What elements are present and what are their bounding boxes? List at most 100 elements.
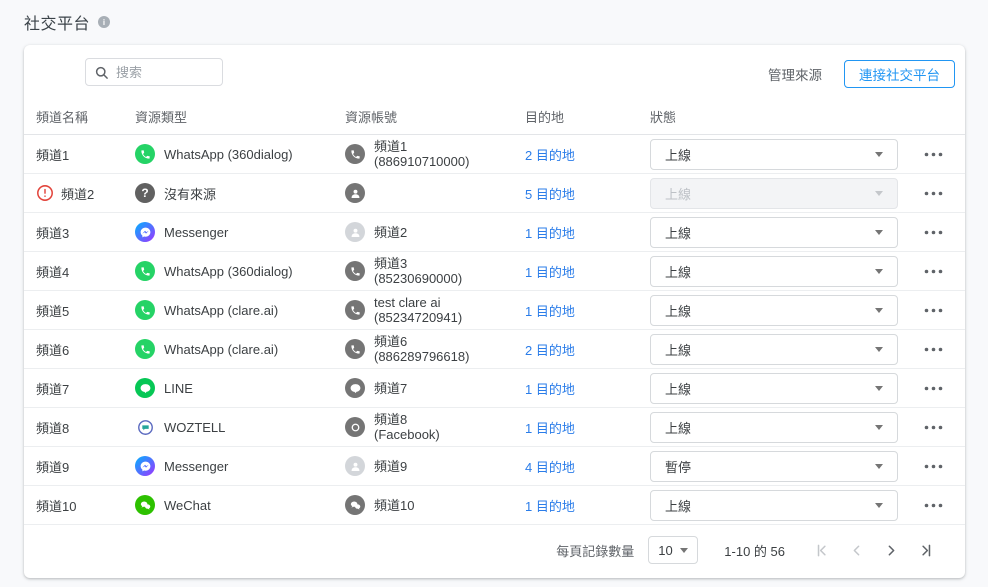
channels-card: 管理來源 連接社交平台 頻道名稱 資源類型 資源帳號 目的地 狀態 頻道1 Wh…	[24, 45, 965, 578]
table-row-10: 頻道10 WeChat 頻道10 1 目的地 上線	[24, 486, 965, 525]
chevron-down-icon	[875, 308, 883, 313]
channel-name: 頻道7	[36, 379, 69, 398]
resource-account-name: 頻道1	[374, 139, 469, 154]
resource-type-label: WeChat	[164, 498, 211, 513]
destination-link[interactable]: 1 目的地	[525, 418, 575, 437]
chevron-down-icon	[875, 464, 883, 469]
last-page-button[interactable]	[916, 540, 937, 561]
resource-account-sub: (Facebook)	[374, 427, 440, 442]
status-value: 上線	[665, 379, 691, 398]
status-value: 上線	[665, 145, 691, 164]
status-select[interactable]: 上線	[650, 373, 898, 404]
woztell-icon	[135, 417, 155, 437]
channel-name: 頻道1	[36, 145, 69, 164]
resource-account-name: 頻道3	[374, 256, 462, 271]
table-row-6: 頻道6 WhatsApp (clare.ai) 頻道6 (88628979661…	[24, 330, 965, 369]
resource-type-label: Messenger	[164, 459, 228, 474]
resource-type-label: WhatsApp (clare.ai)	[164, 342, 278, 357]
resource-account: 頻道3 (85230690000)	[374, 256, 462, 286]
destination-link[interactable]: 4 目的地	[525, 457, 575, 476]
more-actions-button[interactable]	[920, 226, 947, 239]
page-range-text: 1-10 的 56	[724, 541, 785, 560]
whatsapp-icon	[135, 339, 155, 359]
destination-link[interactable]: 1 目的地	[525, 301, 575, 320]
messenger-icon	[135, 456, 155, 476]
resource-account: 頻道7	[374, 381, 407, 396]
chevron-down-icon	[875, 425, 883, 430]
channel-name: 頻道10	[36, 496, 76, 515]
resource-account: 頻道6 (886289796618)	[374, 334, 469, 364]
page-title: 社交平台	[24, 10, 90, 34]
resource-account-sub: (85230690000)	[374, 271, 462, 286]
per-page-select[interactable]: 10	[648, 536, 698, 564]
resource-account: 頻道9	[374, 459, 407, 474]
status-select[interactable]: 上線	[650, 256, 898, 287]
whatsapp-icon	[135, 261, 155, 281]
whatsapp-gray-icon	[345, 261, 365, 281]
resource-account-name: 頻道6	[374, 334, 469, 349]
resource-account-name: 頻道8	[374, 412, 440, 427]
table-row-5: 頻道5 WhatsApp (clare.ai) test clare ai (8…	[24, 291, 965, 330]
destination-link[interactable]: 5 目的地	[525, 184, 575, 203]
table-row-4: 頻道4 WhatsApp (360dialog) 頻道3 (8523069000…	[24, 252, 965, 291]
resource-type-label: WhatsApp (360dialog)	[164, 264, 293, 279]
resource-account-sub: (85234720941)	[374, 310, 462, 325]
status-select[interactable]: 上線	[650, 295, 898, 326]
status-select[interactable]: 上線	[650, 217, 898, 248]
search-box[interactable]	[85, 58, 223, 86]
destination-link[interactable]: 2 目的地	[525, 145, 575, 164]
chevron-down-icon	[875, 191, 883, 196]
pagination-bar: 每頁記錄數量 10 1-10 的 56	[24, 525, 965, 575]
manage-sources-button[interactable]: 管理來源	[760, 58, 830, 90]
chevron-down-icon	[875, 230, 883, 235]
destination-link[interactable]: 1 目的地	[525, 496, 575, 515]
destination-link[interactable]: 1 目的地	[525, 379, 575, 398]
info-icon: i	[98, 16, 110, 28]
more-actions-button[interactable]	[920, 382, 947, 395]
table-row-9: 頻道9 Messenger 頻道9 4 目的地 暫停	[24, 447, 965, 486]
more-actions-button[interactable]	[920, 265, 947, 278]
warning-icon	[36, 184, 54, 202]
wechat-gray-icon	[345, 495, 365, 515]
search-icon	[94, 65, 109, 80]
status-value: 上線	[665, 184, 691, 203]
resource-type-label: WhatsApp (360dialog)	[164, 147, 293, 162]
whatsapp-icon	[135, 144, 155, 164]
connect-platform-button[interactable]: 連接社交平台	[844, 60, 955, 88]
whatsapp-gray-icon	[345, 339, 365, 359]
more-actions-button[interactable]	[920, 187, 947, 200]
more-actions-button[interactable]	[920, 148, 947, 161]
search-input[interactable]	[116, 65, 214, 80]
more-actions-button[interactable]	[920, 343, 947, 356]
more-actions-button[interactable]	[920, 499, 947, 512]
chevron-down-icon	[875, 386, 883, 391]
chevron-down-icon	[875, 152, 883, 157]
status-select[interactable]: 上線	[650, 139, 898, 170]
status-select[interactable]: 上線	[650, 490, 898, 521]
resource-type-label: Messenger	[164, 225, 228, 240]
status-value: 上線	[665, 496, 691, 515]
table-row-3: 頻道3 Messenger 頻道2 1 目的地 上線	[24, 213, 965, 252]
table-row-8: 頻道8 WOZTELL 頻道8 (Facebook) 1 目的地 上線	[24, 408, 965, 447]
table-body: 頻道1 WhatsApp (360dialog) 頻道1 (8869107100…	[24, 135, 965, 525]
destination-link[interactable]: 1 目的地	[525, 223, 575, 242]
resource-account-name: test clare ai	[374, 295, 462, 310]
channel-name: 頻道8	[36, 418, 69, 437]
status-value: 上線	[665, 418, 691, 437]
destination-link[interactable]: 1 目的地	[525, 262, 575, 281]
more-actions-button[interactable]	[920, 304, 947, 317]
header-resource-type: 資源類型	[135, 107, 345, 126]
status-select[interactable]: 上線	[650, 412, 898, 443]
messenger-icon	[135, 222, 155, 242]
more-actions-button[interactable]	[920, 421, 947, 434]
channel-name: 頻道2	[61, 184, 94, 203]
status-select[interactable]: 暫停	[650, 451, 898, 482]
resource-account-sub: (886910710000)	[374, 154, 469, 169]
table-row-7: 頻道7 LINE 頻道7 1 目的地 上線	[24, 369, 965, 408]
status-select[interactable]: 上線	[650, 334, 898, 365]
resource-account-name: 頻道10	[374, 498, 414, 513]
header-status: 狀態	[650, 107, 902, 126]
destination-link[interactable]: 2 目的地	[525, 340, 575, 359]
more-actions-button[interactable]	[920, 460, 947, 473]
next-page-button[interactable]	[881, 540, 902, 561]
